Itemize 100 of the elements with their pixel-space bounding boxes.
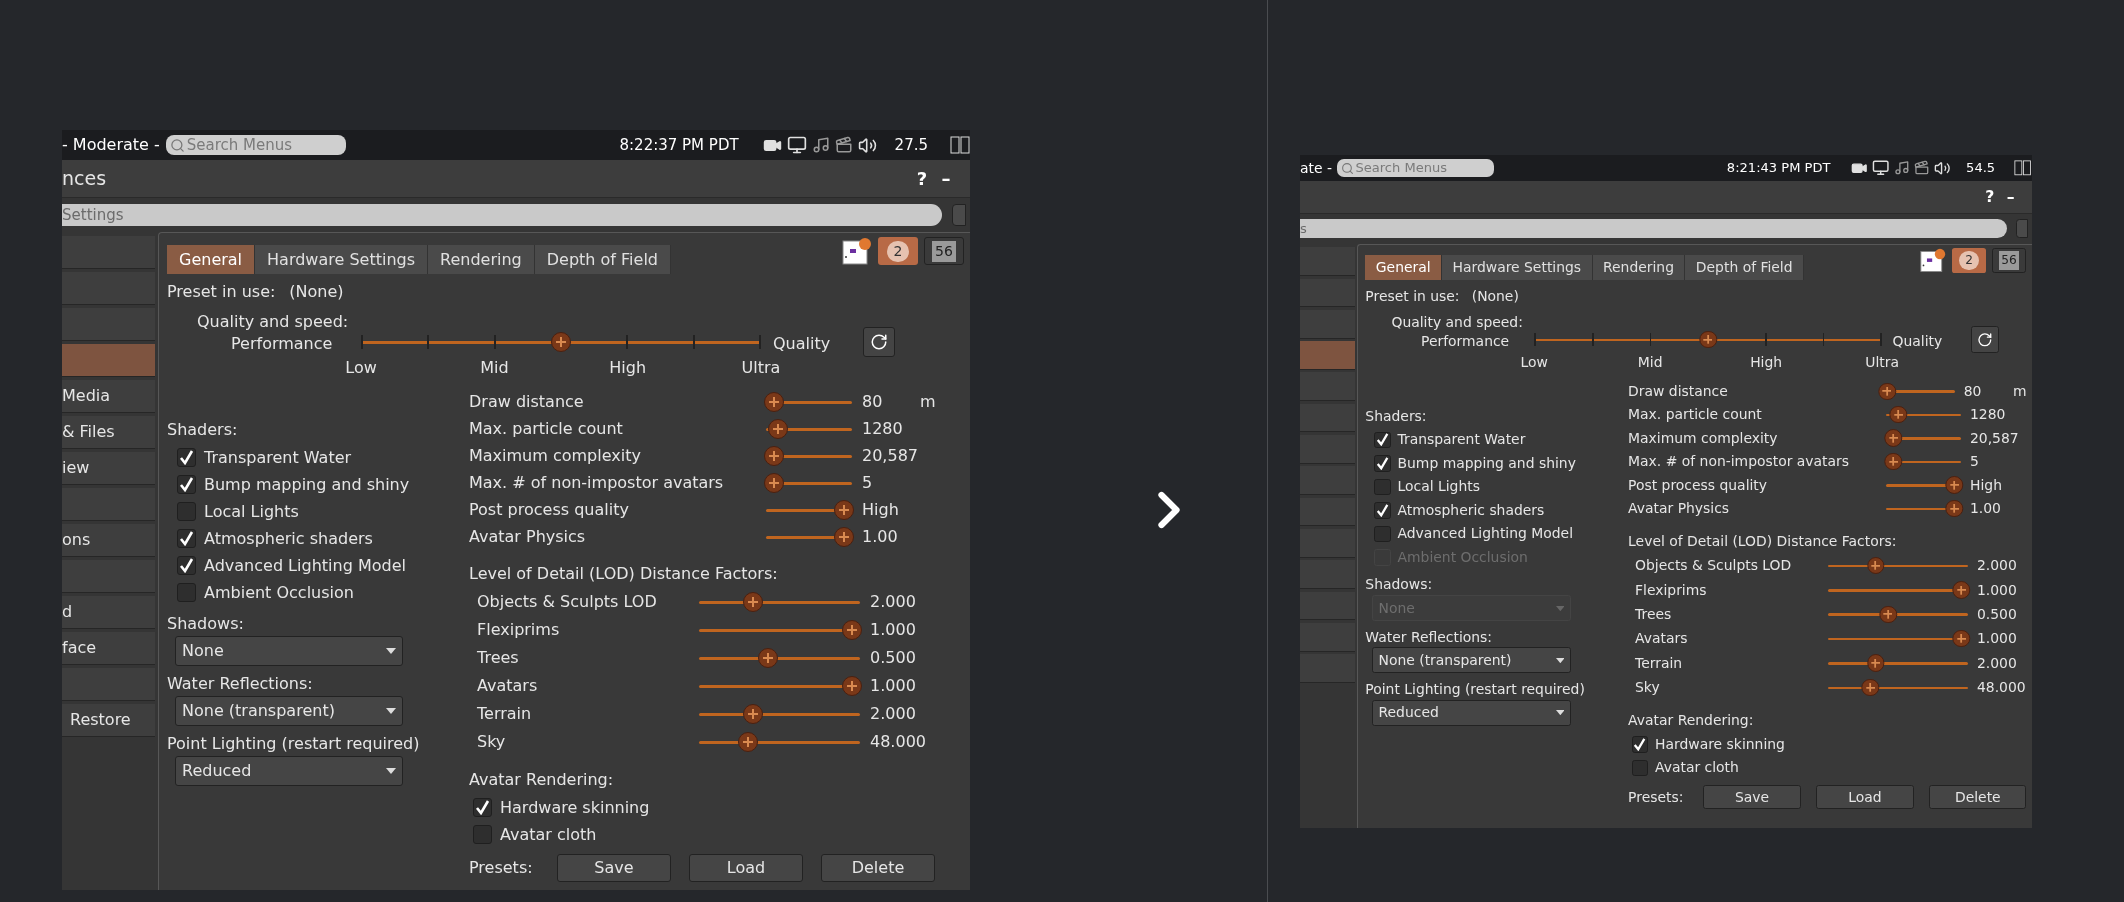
chat-count-badge[interactable]: 2 — [878, 237, 918, 265]
slider-thumb[interactable] — [1866, 556, 1885, 575]
monitor-icon[interactable] — [1872, 159, 1890, 177]
panel-toggle-icon[interactable] — [950, 136, 970, 154]
preset-button[interactable]: Delete — [821, 854, 935, 882]
slider-thumb[interactable] — [1861, 678, 1880, 697]
checkbox[interactable] — [1374, 502, 1391, 519]
dropdown[interactable]: Reduced — [1372, 699, 1571, 726]
sidebar-item[interactable]: d — [62, 596, 155, 629]
slider-thumb[interactable] — [842, 620, 862, 640]
dropdown[interactable]: Reduced — [175, 756, 403, 786]
slider[interactable] — [764, 472, 854, 493]
snapshot-icon[interactable] — [1920, 248, 1947, 273]
music-icon[interactable] — [811, 136, 830, 154]
snapshot-icon[interactable] — [842, 237, 872, 265]
slider[interactable] — [697, 676, 862, 696]
slider-thumb[interactable] — [1878, 382, 1896, 400]
sidebar-item[interactable]: & Files — [62, 416, 155, 449]
slider[interactable] — [1884, 476, 1964, 494]
preset-button[interactable]: Delete — [1929, 784, 2027, 810]
preset-button[interactable]: Save — [557, 854, 671, 882]
slider-thumb[interactable] — [842, 676, 862, 696]
slider-thumb[interactable] — [1945, 499, 1964, 518]
slider[interactable] — [764, 418, 854, 439]
minimize-button[interactable]: – — [2000, 185, 2022, 209]
slider-thumb[interactable] — [1884, 429, 1903, 447]
slider-thumb[interactable] — [737, 732, 758, 752]
checkbox[interactable] — [1374, 525, 1391, 543]
checkbox[interactable] — [177, 475, 196, 494]
checkbox[interactable] — [177, 502, 196, 521]
checkbox[interactable] — [177, 556, 196, 575]
slider-thumb[interactable] — [767, 418, 788, 439]
slider-thumb[interactable] — [1884, 452, 1903, 471]
panel-toggle-icon[interactable] — [2014, 160, 2032, 176]
slider[interactable] — [1826, 678, 1970, 697]
slider[interactable] — [764, 526, 854, 547]
slider-thumb[interactable] — [551, 332, 571, 352]
tab[interactable]: Depth of Field — [1685, 255, 1804, 281]
quality-slider[interactable] — [1534, 330, 1883, 349]
minimize-button[interactable]: – — [934, 165, 958, 192]
preset-button[interactable]: Load — [1816, 784, 1914, 810]
music-icon[interactable] — [1893, 160, 1910, 176]
checkbox[interactable] — [473, 798, 492, 817]
preset-button[interactable]: Save — [1703, 784, 1801, 810]
slider-thumb[interactable] — [764, 472, 784, 493]
checkbox[interactable] — [177, 529, 196, 548]
slider-thumb[interactable] — [757, 648, 778, 668]
slider-thumb[interactable] — [743, 592, 764, 612]
notification-count-badge[interactable]: 56 — [924, 237, 964, 265]
checkbox[interactable] — [1374, 455, 1391, 472]
slider-thumb[interactable] — [1945, 476, 1964, 494]
slider-thumb[interactable] — [764, 445, 784, 466]
slider[interactable] — [1826, 581, 1970, 599]
sidebar-item[interactable]: ons — [62, 524, 155, 557]
dropdown[interactable]: None — [175, 636, 403, 666]
tab[interactable]: General — [167, 245, 256, 274]
sidebar-item[interactable]: iew — [62, 452, 155, 485]
sidebar-item[interactable] — [62, 344, 155, 377]
slider[interactable] — [697, 648, 862, 668]
chat-count-badge[interactable]: 2 — [1951, 248, 1987, 273]
search-options-button[interactable] — [952, 204, 966, 226]
slider-thumb[interactable] — [1952, 630, 1970, 648]
reset-button[interactable] — [863, 327, 895, 357]
slider-thumb[interactable] — [743, 704, 764, 724]
slider-thumb[interactable] — [1879, 605, 1897, 623]
sidebar-item[interactable]: Restore — [62, 704, 155, 737]
sidebar-item[interactable]: Media — [62, 380, 155, 413]
quality-slider[interactable] — [361, 332, 761, 352]
monitor-icon[interactable] — [786, 135, 807, 155]
slider[interactable] — [697, 620, 862, 640]
dropdown[interactable]: None (transparent) — [175, 696, 403, 726]
slider-thumb[interactable] — [1866, 654, 1885, 672]
slider[interactable] — [1884, 499, 1964, 518]
slider-thumb[interactable] — [1952, 581, 1970, 599]
notification-count-badge[interactable]: 56 — [1991, 248, 2027, 273]
checkbox[interactable] — [1374, 431, 1391, 449]
film-camera-icon[interactable] — [834, 136, 853, 154]
slider[interactable] — [1826, 654, 1970, 672]
speaker-icon[interactable] — [1933, 159, 1951, 177]
film-camera-icon[interactable] — [1913, 160, 1930, 176]
slider-thumb[interactable] — [1889, 406, 1907, 424]
slider[interactable] — [1826, 630, 1970, 648]
tab[interactable]: Hardware Settings — [255, 245, 429, 274]
tab[interactable]: Depth of Field — [534, 245, 671, 274]
tab[interactable]: Hardware Settings — [1442, 255, 1593, 281]
slider[interactable] — [697, 592, 862, 612]
sidebar-item[interactable]: face — [62, 632, 155, 665]
sidebar-item[interactable] — [1300, 341, 1355, 370]
preset-button[interactable]: Load — [689, 854, 803, 882]
checkbox[interactable] — [1631, 736, 1649, 753]
help-button[interactable]: ? — [910, 165, 934, 192]
slider-thumb[interactable] — [764, 391, 784, 412]
slider[interactable] — [1826, 605, 1970, 623]
tab[interactable]: Rendering — [428, 245, 535, 274]
reset-button[interactable] — [1970, 326, 1999, 353]
dropdown[interactable]: None (transparent) — [1372, 647, 1571, 674]
help-button[interactable]: ? — [1979, 185, 2001, 209]
slider[interactable] — [1826, 556, 1970, 575]
tab[interactable]: General — [1365, 255, 1443, 281]
checkbox[interactable] — [473, 825, 492, 844]
